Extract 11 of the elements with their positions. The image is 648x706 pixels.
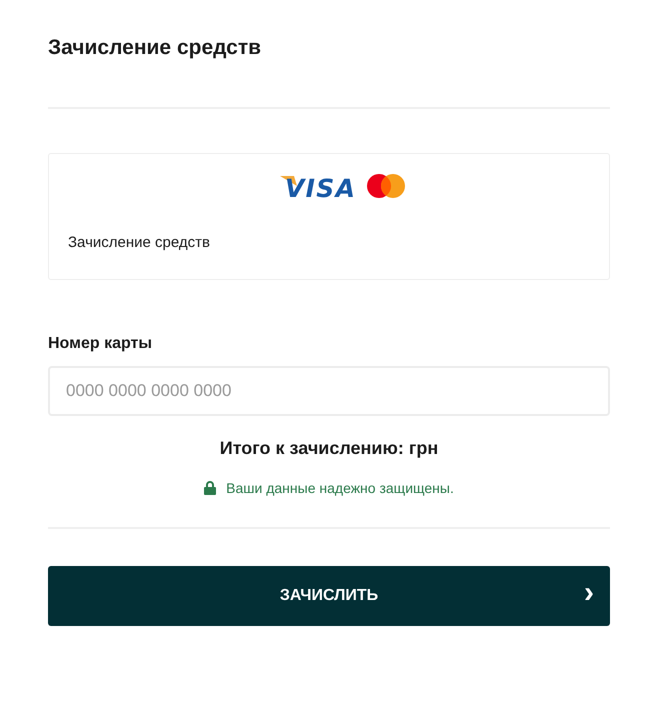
card-number-field[interactable]: 0000 0000 0000 0000 [48,366,610,416]
chevron-icon: › [584,578,594,608]
visa-logo: VISA [280,172,356,200]
security-note: Ваши данные надежно защищены. [226,479,454,497]
payment-method-label: Зачисление средств [68,234,211,252]
lock-icon [204,481,216,495]
page-title: Зачисление средств [48,35,262,61]
submit-button[interactable]: ЗАЧИСЛИТЬ › [48,566,610,626]
total-text: Итого к зачислению: грн [218,437,440,459]
field-label: Номер карты [48,334,154,354]
mastercard-logo [366,173,406,199]
